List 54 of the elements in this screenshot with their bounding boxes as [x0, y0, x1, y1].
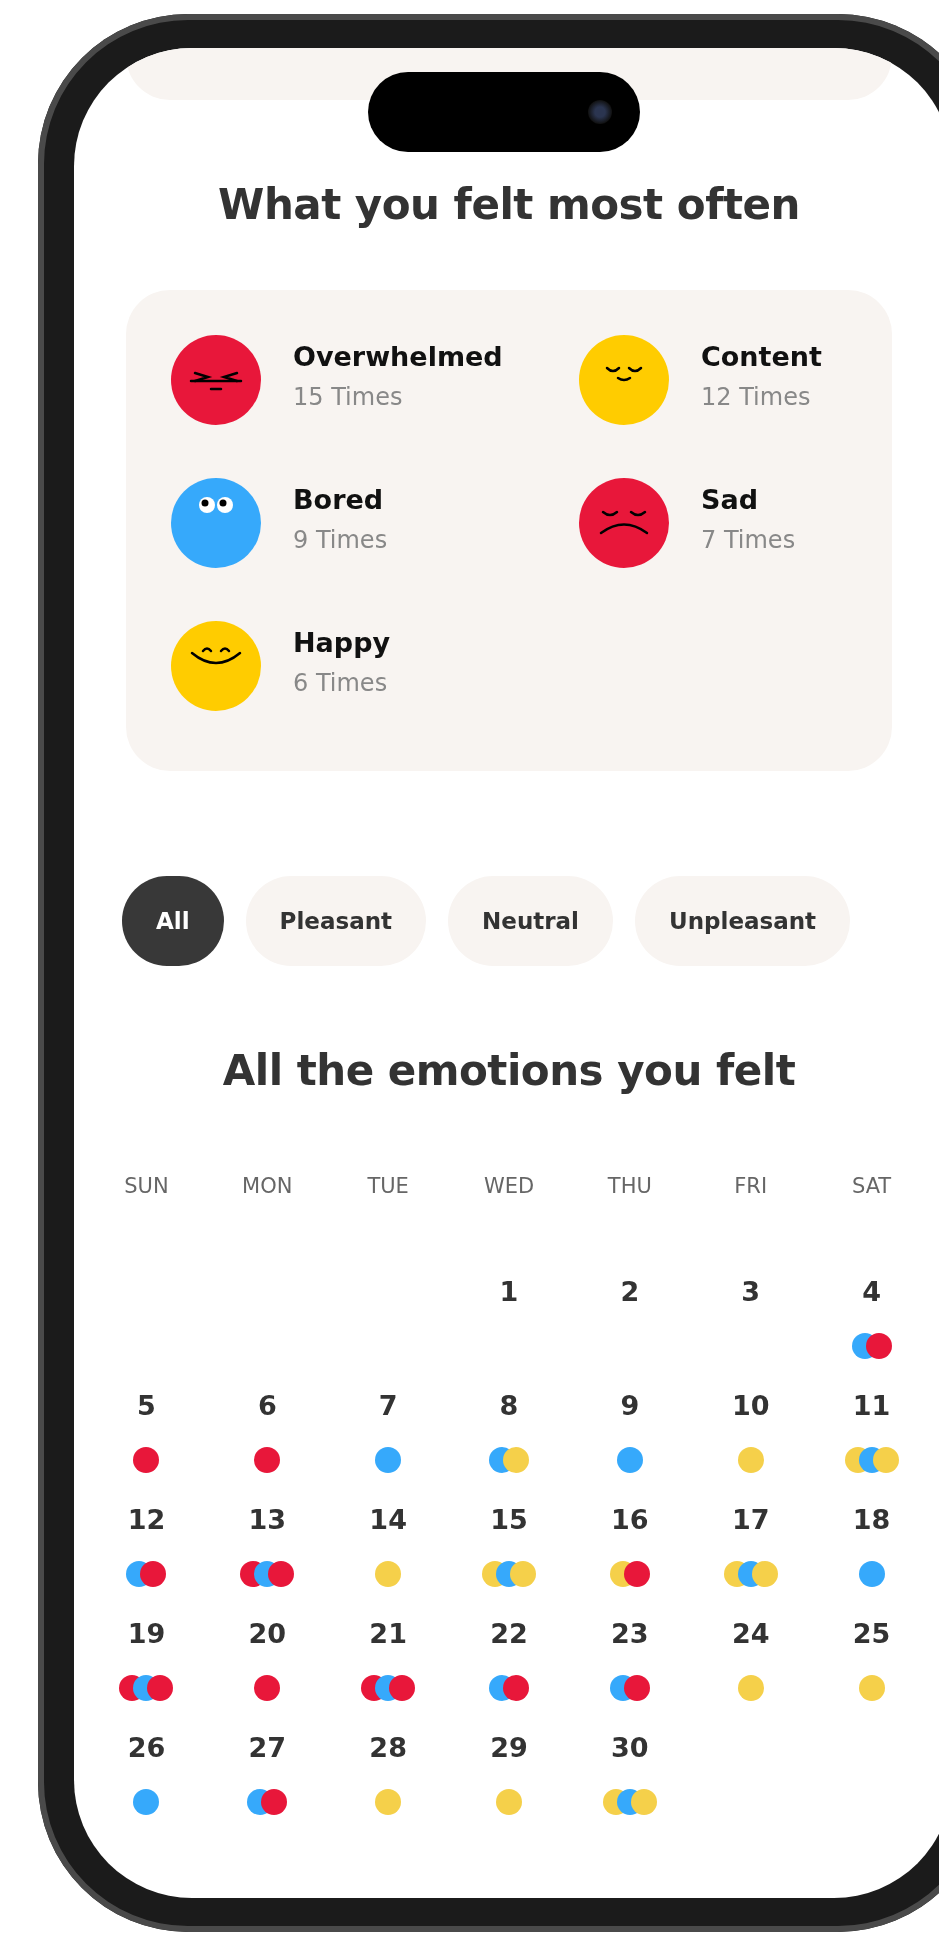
day-number[interactable]: 30	[611, 1731, 649, 1765]
day-number[interactable]: 26	[127, 1731, 166, 1765]
emotion-name: Overwhelmed	[293, 340, 503, 374]
day-number[interactable]: 29	[490, 1731, 528, 1765]
day-number[interactable]: 16	[611, 1503, 649, 1537]
weekday-label: WED	[483, 1173, 535, 1199]
weekday-label: SUN	[124, 1173, 169, 1199]
day-number[interactable]: 8	[499, 1389, 519, 1423]
day-number[interactable]: 1	[499, 1275, 519, 1309]
day-number[interactable]: 9	[620, 1389, 640, 1423]
day-number[interactable]: 22	[490, 1617, 528, 1651]
day-number[interactable]: 14	[369, 1503, 407, 1537]
section-title: All the emotions you felt	[221, 1045, 797, 1097]
emotion-name: Happy	[293, 626, 391, 660]
camera-lens-icon	[588, 100, 612, 124]
day-number[interactable]: 7	[378, 1389, 398, 1423]
emotion-name: Sad	[701, 483, 759, 517]
day-number[interactable]: 25	[852, 1617, 891, 1651]
weekday-label: SAT	[851, 1173, 892, 1199]
day-number[interactable]: 6	[257, 1389, 277, 1423]
day-number[interactable]: 28	[369, 1731, 407, 1765]
day-number[interactable]: 3	[741, 1275, 761, 1309]
day-number[interactable]: 12	[127, 1503, 166, 1537]
day-number[interactable]: 21	[369, 1617, 407, 1651]
day-number[interactable]: 18	[852, 1503, 891, 1537]
day-number[interactable]: 23	[611, 1617, 649, 1651]
weekday-label: FRI	[734, 1173, 768, 1199]
day-number[interactable]: 2	[620, 1275, 640, 1309]
day-number[interactable]: 27	[248, 1731, 287, 1765]
emotion-count: 12 Times	[701, 382, 812, 413]
day-number[interactable]: 19	[127, 1617, 166, 1651]
day-number[interactable]: 11	[852, 1389, 891, 1423]
emotion-count: 15 Times	[293, 382, 404, 413]
day-number[interactable]: 17	[731, 1503, 770, 1537]
weekday-label: MON	[242, 1173, 293, 1199]
day-number[interactable]: 15	[490, 1503, 528, 1537]
filter-chip[interactable]: Unpleasant	[635, 876, 851, 966]
day-number[interactable]: 13	[248, 1503, 287, 1537]
day-number[interactable]: 20	[248, 1617, 287, 1651]
emotion-name: Bored	[293, 483, 385, 517]
filter-chip[interactable]: All	[122, 876, 224, 966]
section-title: What you felt most often	[217, 179, 801, 231]
day-number[interactable]: 10	[731, 1389, 770, 1423]
day-number[interactable]: 24	[731, 1617, 770, 1651]
filter-chip[interactable]: Pleasant	[245, 876, 427, 966]
emotion-count: 9 Times	[293, 525, 388, 556]
day-number[interactable]: 4	[862, 1275, 881, 1309]
emotion-count: 7 Times	[701, 525, 796, 556]
day-number[interactable]: 5	[137, 1389, 156, 1423]
emotion-name: Content	[701, 340, 822, 374]
filter-chip[interactable]: Neutral	[448, 876, 613, 966]
weekday-label: THU	[607, 1173, 652, 1199]
emotion-count: 6 Times	[293, 668, 389, 699]
weekday-label: TUE	[367, 1173, 409, 1199]
